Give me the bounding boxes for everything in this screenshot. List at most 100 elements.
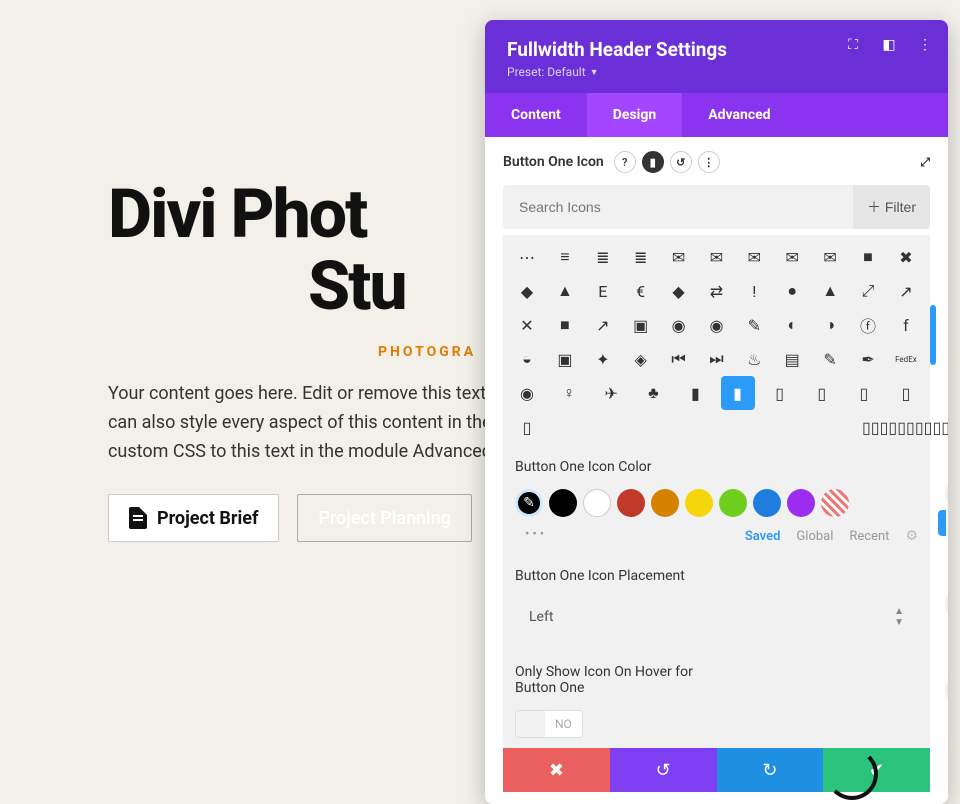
grid-icon[interactable]: ⏭: [704, 347, 728, 371]
grid-icon[interactable]: ■: [856, 245, 880, 269]
grid-icon[interactable]: ✖: [894, 245, 918, 269]
grid-icon[interactable]: ▯: [924, 415, 933, 439]
modal-preset[interactable]: Preset: Default ▼: [507, 65, 926, 79]
grid-icon[interactable]: E: [591, 279, 615, 303]
grid-icon[interactable]: ▯: [871, 415, 880, 439]
grid-icon[interactable]: ⏮: [667, 347, 691, 371]
swatch-blue[interactable]: [753, 489, 781, 517]
discard-button[interactable]: ✖: [503, 748, 610, 792]
swatch-purple[interactable]: [787, 489, 815, 517]
grid-icon[interactable]: ◉: [704, 313, 728, 337]
grid-icon[interactable]: ✈: [599, 381, 623, 405]
grid-icon[interactable]: ✕: [515, 313, 539, 337]
swatch-transparent[interactable]: [821, 489, 849, 517]
color-picker-swatch[interactable]: ✎: [515, 489, 543, 517]
swatch-white[interactable]: [583, 489, 611, 517]
redo-button[interactable]: ↻: [717, 748, 824, 792]
reset-icon[interactable]: ↺: [670, 151, 692, 173]
help-icon[interactable]: ?: [614, 151, 636, 173]
more-icon[interactable]: ⋮: [698, 151, 720, 173]
icon-placement-select[interactable]: Left ▲▼: [515, 594, 918, 640]
grid-icon[interactable]: ▯: [852, 381, 876, 405]
grid-icon[interactable]: ⋯: [515, 245, 539, 269]
grid-icon[interactable]: ■: [553, 313, 577, 337]
grid-icon[interactable]: ✦: [591, 347, 615, 371]
tab-advanced[interactable]: Advanced: [682, 93, 796, 137]
project-planning-button[interactable]: Project Planning: [297, 494, 472, 542]
grid-icon[interactable]: ◉: [515, 381, 539, 405]
grid-icon[interactable]: ◆: [515, 279, 539, 303]
expand-icon[interactable]: ⛶: [844, 36, 862, 54]
swatch-red[interactable]: [617, 489, 645, 517]
grid-icon[interactable]: ▯: [932, 415, 941, 439]
grid-icon[interactable]: ✎: [818, 347, 842, 371]
grid-icon[interactable]: ◈: [629, 347, 653, 371]
undo-button[interactable]: ↺: [610, 748, 717, 792]
grid-icon[interactable]: ▯: [894, 381, 918, 405]
hover-toggle[interactable]: NO: [515, 710, 583, 738]
grid-icon[interactable]: ✉: [704, 245, 728, 269]
project-brief-button[interactable]: Project Brief: [108, 494, 279, 542]
grid-icon[interactable]: ▯: [906, 415, 915, 439]
columns-icon[interactable]: ◧: [880, 36, 898, 54]
grid-icon[interactable]: ▯: [888, 415, 897, 439]
grid-icon[interactable]: ▯: [915, 415, 924, 439]
color-tab-recent[interactable]: Recent: [849, 529, 889, 544]
grid-icon[interactable]: ▯: [515, 415, 539, 439]
kebab-menu-icon[interactable]: ⋮: [916, 36, 934, 54]
gear-icon[interactable]: ⚙: [905, 528, 918, 544]
grid-icon[interactable]: ⇄: [704, 279, 728, 303]
section-expand-icon[interactable]: ⤢: [920, 155, 930, 170]
grid-icon[interactable]: €: [629, 279, 653, 303]
grid-icon[interactable]: ◆: [667, 279, 691, 303]
grid-icon[interactable]: ◉: [667, 313, 691, 337]
grid-icon[interactable]: ✒: [856, 347, 880, 371]
grid-icon[interactable]: ◑: [818, 313, 842, 337]
grid-icon[interactable]: ◐: [780, 313, 804, 337]
grid-icon[interactable]: FedEx: [894, 347, 918, 371]
grid-icon[interactable]: ▯: [768, 381, 792, 405]
swatch-green[interactable]: [719, 489, 747, 517]
grid-icon[interactable]: ✉: [818, 245, 842, 269]
grid-icon[interactable]: ≡: [553, 245, 577, 269]
grid-icon[interactable]: ✉: [667, 245, 691, 269]
resize-handle[interactable]: [938, 510, 946, 536]
grid-icon[interactable]: ♀: [557, 381, 581, 405]
grid-icon[interactable]: ●: [780, 279, 804, 303]
color-tab-saved[interactable]: Saved: [745, 529, 781, 544]
swatch-yellow[interactable]: [685, 489, 713, 517]
grid-icon[interactable]: ♨: [742, 347, 766, 371]
selected-file-icon[interactable]: ▮: [721, 376, 755, 410]
grid-icon[interactable]: ✎: [742, 313, 766, 337]
swatch-orange[interactable]: [651, 489, 679, 517]
grid-icon[interactable]: ↗: [894, 279, 918, 303]
grid-icon[interactable]: ≣: [591, 245, 615, 269]
grid-icon[interactable]: ♣: [641, 381, 665, 405]
tab-design[interactable]: Design: [587, 93, 682, 137]
filter-button[interactable]: ＋ Filter: [853, 185, 930, 229]
grid-icon[interactable]: ▯▯▯▯▯▯▯▯▯▯: [894, 415, 918, 439]
grid-icon[interactable]: ▲: [818, 279, 842, 303]
color-tab-global[interactable]: Global: [796, 529, 833, 544]
grid-icon[interactable]: ▤: [780, 347, 804, 371]
grid-icon[interactable]: ▯: [897, 415, 906, 439]
grid-icon[interactable]: f: [894, 313, 918, 337]
grid-icon[interactable]: ↗: [591, 313, 615, 337]
grid-icon[interactable]: ≣: [629, 245, 653, 269]
grid-icon[interactable]: ▮: [683, 381, 707, 405]
grid-icon[interactable]: ⓕ: [856, 313, 880, 337]
grid-icon[interactable]: ▣: [629, 313, 653, 337]
mobile-icon[interactable]: ▮: [642, 151, 664, 173]
scrollbar[interactable]: [930, 305, 936, 365]
swatch-black[interactable]: [549, 489, 577, 517]
grid-icon[interactable]: ▯: [941, 415, 948, 439]
grid-icon[interactable]: ▲: [553, 279, 577, 303]
grid-icon[interactable]: ▯: [810, 381, 834, 405]
grid-icon[interactable]: ✉: [742, 245, 766, 269]
search-icons-input[interactable]: [503, 185, 853, 229]
tab-content[interactable]: Content: [485, 93, 587, 137]
grid-icon[interactable]: ◒: [515, 347, 539, 371]
grid-icon[interactable]: ⤢: [856, 279, 880, 303]
grid-icon[interactable]: ▯: [880, 415, 889, 439]
grid-icon[interactable]: !: [742, 279, 766, 303]
